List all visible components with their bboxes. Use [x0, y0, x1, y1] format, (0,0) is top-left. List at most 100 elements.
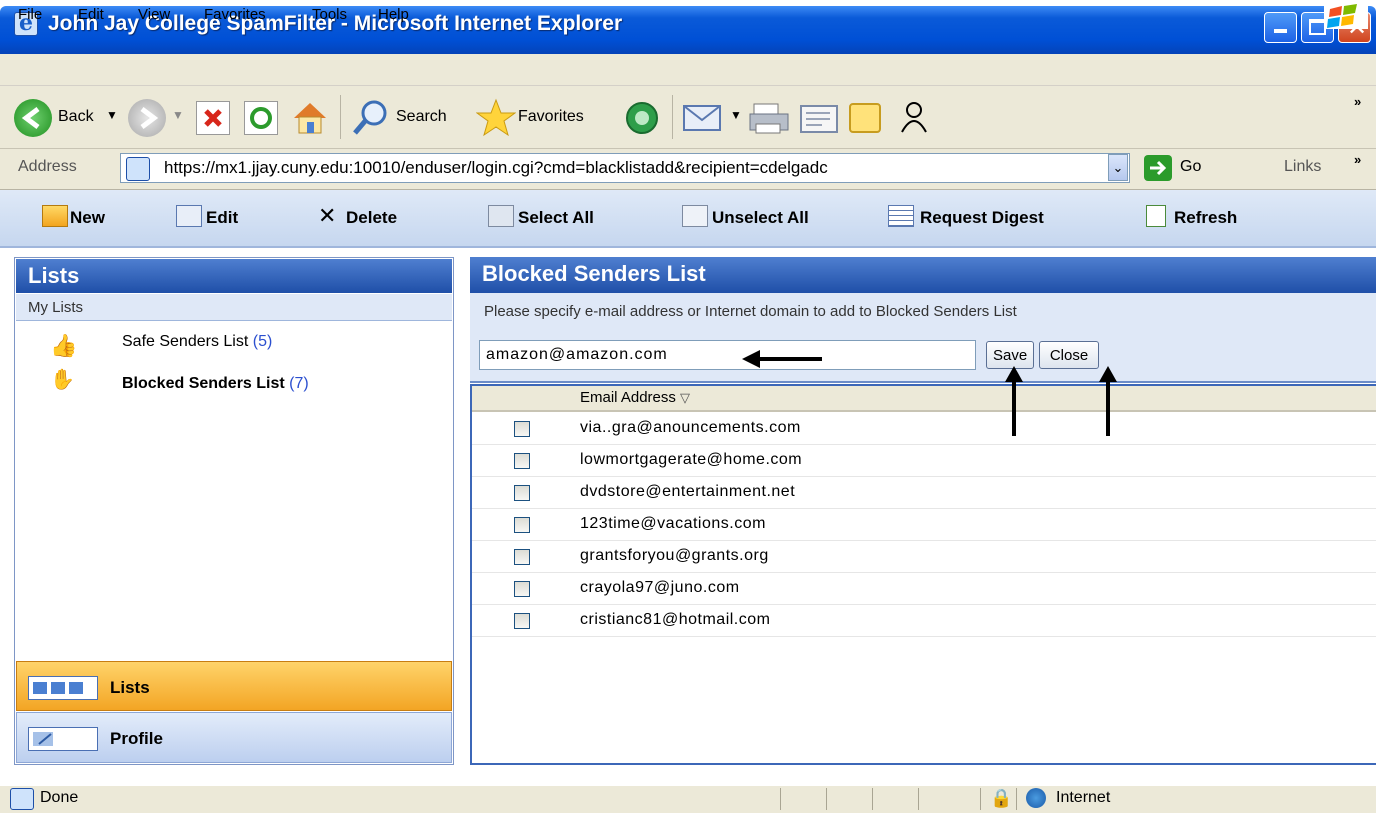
row-checkbox[interactable] [514, 581, 530, 597]
address-label: Address [18, 158, 77, 175]
blocked-senders-label[interactable]: Blocked Senders List [122, 375, 285, 392]
row-checkbox[interactable] [514, 549, 530, 565]
back-arrow-icon[interactable] [14, 99, 52, 137]
mail-icon[interactable] [682, 100, 726, 136]
status-bar [0, 785, 1376, 813]
lock-icon: 🔒 [990, 788, 1013, 808]
row-checkbox[interactable] [514, 421, 530, 437]
profile-nav-icon [28, 727, 98, 751]
stop-hand-icon: ✋ [50, 369, 75, 391]
email-cell: via..gra@anouncements.com [580, 419, 801, 436]
select-all-icon[interactable] [488, 205, 514, 227]
row-checkbox[interactable] [514, 517, 530, 533]
globe-icon [1026, 788, 1046, 808]
links-overflow-icon[interactable]: » [1354, 152, 1361, 167]
back-button-label[interactable]: Back [58, 108, 94, 126]
status-text: Done [40, 789, 79, 806]
print-icon[interactable] [748, 100, 792, 136]
column-email-address[interactable]: Email Address ▽ [580, 389, 690, 406]
delete-icon[interactable]: ✕ [318, 203, 336, 229]
search-icon[interactable] [350, 98, 390, 138]
delete-button[interactable]: Delete [346, 208, 397, 228]
go-button-label[interactable]: Go [1180, 158, 1201, 176]
security-zone-text: Internet [1056, 789, 1111, 806]
email-cell: 123time@vacations.com [580, 515, 766, 532]
thumbs-up-icon: 👍 [50, 333, 78, 358]
safe-senders-count: (5) [252, 333, 273, 350]
page-title: Blocked Senders List [482, 261, 706, 286]
back-dropdown-icon[interactable]: ▼ [106, 108, 118, 122]
sidebar-item-blocked-senders[interactable]: Blocked Senders List (7) [122, 375, 309, 393]
row-checkbox[interactable] [514, 485, 530, 501]
toolbar-separator [340, 95, 341, 139]
annotation-arrow-shaft [760, 357, 822, 361]
search-button-label[interactable]: Search [396, 108, 447, 126]
menu-view[interactable]: View [138, 6, 170, 23]
annotation-arrow-shaft [1012, 380, 1016, 436]
nav-lists-label[interactable]: Lists [110, 678, 150, 698]
up-arrow-icon [1005, 366, 1023, 382]
new-button[interactable]: New [70, 208, 105, 228]
request-digest-button[interactable]: Request Digest [920, 208, 1044, 228]
status-divider [980, 788, 981, 810]
messenger-icon[interactable] [894, 100, 934, 136]
address-dropdown-icon[interactable]: ⌄ [1108, 154, 1128, 181]
status-divider [826, 788, 827, 810]
menu-favorites[interactable]: Favorites [204, 6, 266, 23]
edit-button[interactable]: Edit [206, 208, 238, 228]
page-icon [126, 157, 150, 181]
address-url[interactable]: https://mx1.jjay.cuny.edu:10010/enduser/… [164, 158, 1104, 178]
home-icon[interactable] [290, 98, 330, 136]
safe-senders-label[interactable]: Safe Senders List [122, 333, 248, 350]
menu-help[interactable]: Help [378, 6, 409, 23]
go-arrow-icon[interactable] [1144, 155, 1172, 181]
edit-page-icon[interactable] [798, 100, 842, 136]
favorites-button-label[interactable]: Favorites [518, 108, 584, 126]
close-button[interactable]: Close [1039, 341, 1099, 369]
menu-file[interactable]: File [18, 6, 42, 23]
page-status-icon [10, 788, 34, 810]
toolbar-overflow-icon[interactable]: » [1354, 94, 1361, 109]
sidebar-item-safe-senders[interactable]: Safe Senders List (5) [122, 333, 272, 351]
refresh-page-icon[interactable] [1146, 205, 1166, 227]
lists-panel-header [16, 259, 452, 293]
favorites-star-icon[interactable] [475, 98, 517, 138]
new-icon[interactable] [42, 205, 68, 227]
annotation-arrow-shaft [1106, 380, 1110, 436]
menu-tools[interactable]: Tools [312, 6, 347, 23]
status-divider [872, 788, 873, 810]
row-checkbox[interactable] [514, 613, 530, 629]
email-input[interactable] [479, 340, 976, 370]
mail-dropdown-icon[interactable]: ▼ [730, 108, 742, 122]
refresh-button[interactable]: Refresh [1174, 208, 1237, 228]
lists-panel-title: Lists [28, 263, 80, 288]
nav-profile-label[interactable]: Profile [110, 729, 163, 749]
unselect-all-icon[interactable] [682, 205, 708, 227]
row-checkbox[interactable] [514, 453, 530, 469]
links-label[interactable]: Links [1284, 158, 1321, 176]
refresh-icon[interactable] [244, 101, 278, 135]
windows-logo-icon [1324, 3, 1368, 29]
media-icon[interactable] [622, 98, 662, 138]
stop-icon[interactable] [196, 101, 230, 135]
forward-dropdown-icon[interactable]: ▼ [172, 108, 184, 122]
status-divider [1016, 788, 1017, 810]
select-all-button[interactable]: Select All [518, 208, 594, 228]
lists-nav-icon [28, 676, 98, 700]
email-cell: dvdstore@entertainment.net [580, 483, 796, 500]
menu-bar [0, 54, 1376, 86]
save-button[interactable]: Save [986, 341, 1035, 369]
column-header-label[interactable]: Email Address [580, 389, 676, 406]
email-cell: crayola97@juno.com [580, 579, 740, 596]
email-cell: grantsforyou@grants.org [580, 547, 769, 564]
discuss-icon[interactable] [846, 100, 886, 136]
menu-edit[interactable]: Edit [78, 6, 104, 23]
email-cell: cristianc81@hotmail.com [580, 611, 771, 628]
forward-arrow-icon[interactable] [128, 99, 166, 137]
unselect-all-button[interactable]: Unselect All [712, 208, 809, 228]
request-digest-icon[interactable] [888, 205, 914, 227]
email-cell: lowmortgagerate@home.com [580, 451, 803, 468]
edit-icon[interactable] [176, 205, 202, 227]
my-lists-label: My Lists [28, 299, 84, 316]
minimize-button[interactable] [1264, 12, 1297, 43]
